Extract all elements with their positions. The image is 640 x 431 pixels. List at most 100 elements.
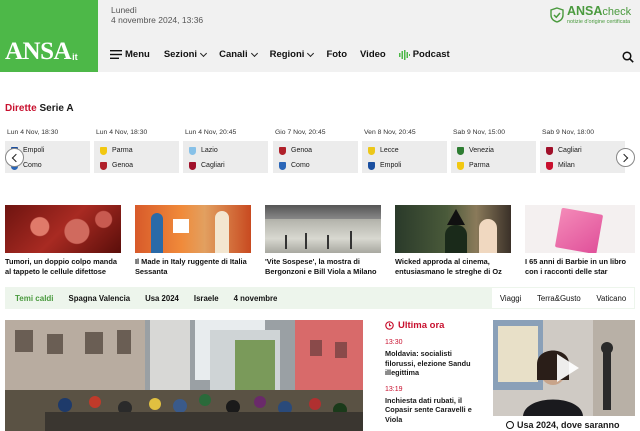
match-card[interactable]: Lun 4 Nov, 18:30 Parma Genoa [94, 127, 179, 173]
logo-text: ANSA [5, 38, 72, 65]
match-card[interactable]: Gio 7 Nov, 20:45 Genoa Como [273, 127, 358, 173]
nav-regioni-label: Regioni [269, 49, 305, 60]
news-image-exhibition [265, 205, 381, 253]
match-date: Sab 9 Nov, 18:00 [542, 129, 595, 136]
match-card[interactable]: Sab 9 Nov, 15:00 Venezia Parma [451, 127, 536, 173]
away-team: Cagliari [189, 158, 268, 173]
team-crest-icon [189, 146, 196, 155]
match-card[interactable]: Sab 9 Nov, 18:00 Cagliari Milan [540, 127, 625, 173]
carousel-prev-button[interactable] [5, 148, 24, 167]
match-teams: Lazio Cagliari [183, 141, 268, 173]
video-caption-text: Usa 2024, dove saranno [517, 420, 620, 430]
temi-tag[interactable]: Usa 2024 [145, 294, 179, 303]
ansa-check-link[interactable]: ANSAcheck notizie d'origine certificata [550, 5, 631, 25]
temi-tag[interactable]: Spagna Valencia [69, 294, 131, 303]
nav-video[interactable]: Video [360, 49, 386, 60]
chevron-down-icon [250, 49, 258, 57]
temi-caldi-bar: Temi caldi Spagna Valencia Usa 2024 Isra… [5, 287, 635, 309]
menu-button[interactable]: Menu [110, 49, 150, 60]
header-day: Lunedì [111, 5, 137, 15]
news-caption: Il Made in Italy ruggente di Italia Sess… [135, 257, 247, 276]
away-team: Como [279, 158, 358, 173]
temi-caldi-label: Temi caldi [15, 293, 54, 303]
away-team: Parma [457, 158, 536, 173]
search-button[interactable] [622, 50, 634, 68]
team-crest-icon [546, 146, 553, 155]
ultima-ora-item[interactable]: 13:30 Moldavia: socialisti filorussi, el… [385, 339, 481, 378]
ultima-ora-panel: Ultima ora 13:30 Moldavia: socialisti fi… [385, 320, 481, 424]
news-image-wicked [395, 205, 511, 253]
match-card[interactable]: Ven 8 Nov, 20:45 Lecce Empoli [362, 127, 447, 173]
header-date: 4 novembre 2024, 13:36 [111, 15, 204, 25]
podcast-icon [398, 49, 410, 60]
team-crest-icon [189, 161, 196, 170]
nav-foto[interactable]: Foto [326, 49, 347, 60]
team-crest-icon [100, 146, 107, 155]
match-date: Lun 4 Nov, 18:30 [7, 129, 59, 136]
main-nav: Menu Sezioni Canali Regioni Foto Video P… [98, 37, 640, 72]
match-teams: Parma Genoa [94, 141, 179, 173]
shield-check-icon [550, 7, 564, 23]
team-crest-icon [279, 161, 286, 170]
search-icon [622, 51, 634, 63]
home-team-name: Empoli [23, 147, 45, 154]
away-team: Empoli [368, 158, 447, 173]
news-card[interactable]: 'Vite Sospese', la mostra di Bergonzoni … [265, 205, 381, 276]
away-team: Milan [546, 158, 625, 173]
nav-canali[interactable]: Canali [219, 49, 258, 60]
news-card[interactable]: I 65 anni di Barbie in un libro con i ra… [525, 205, 635, 276]
nav-regioni[interactable]: Regioni [269, 49, 315, 60]
home-team-name: Genoa [291, 147, 313, 154]
news-image-cells [5, 205, 121, 253]
channel-link-terra-gusto[interactable]: Terra&Gusto [537, 294, 581, 303]
video-player[interactable] [493, 320, 635, 416]
news-caption: Wicked approda al cinema, entusiasmano l… [395, 257, 502, 276]
carousel-next-button[interactable] [616, 148, 635, 167]
logo-suffix: it [72, 52, 78, 62]
clock-icon [385, 321, 394, 330]
temi-tag[interactable]: Israele [194, 294, 219, 303]
channel-link-viaggi[interactable]: Viaggi [500, 294, 522, 303]
away-team-name: Genoa [112, 162, 134, 169]
hamburger-icon [110, 50, 122, 59]
home-team: Cagliari [546, 143, 625, 158]
news-caption: Tumori, un doppio colpo manda al tappeto… [5, 257, 117, 276]
team-crest-icon [368, 161, 375, 170]
check-subtitle: notizie d'origine certificata [567, 19, 631, 25]
ultima-ora-header[interactable]: Ultima ora [385, 320, 481, 331]
match-date: Lun 4 Nov, 18:30 [96, 129, 148, 136]
news-image-barbie [525, 205, 635, 253]
news-card[interactable]: Wicked approda al cinema, entusiasmano l… [395, 205, 511, 276]
nav-foto-label: Foto [326, 49, 348, 60]
nav-canali-label: Canali [219, 49, 248, 60]
main-story-image[interactable] [5, 320, 363, 431]
home-team: Genoa [279, 143, 358, 158]
away-team-name: Parma [469, 162, 490, 169]
home-team-name: Lazio [201, 147, 218, 154]
ultima-ora-item[interactable]: 13:19 Inchiesta dati rubati, il Copasir … [385, 386, 481, 425]
nav-sezioni[interactable]: Sezioni [163, 49, 208, 60]
news-card[interactable]: Il Made in Italy ruggente di Italia Sess… [135, 205, 251, 276]
ultima-ora-title: Ultima ora [398, 320, 445, 331]
dirette-title[interactable]: Dirette Serie A [5, 103, 74, 114]
temi-tag[interactable]: 4 novembre [234, 294, 278, 303]
news-card[interactable]: Tumori, un doppio colpo manda al tappeto… [5, 205, 121, 276]
chevron-down-icon [200, 49, 208, 57]
check-title-main: ANSA [567, 4, 603, 18]
match-teams: Genoa Como [273, 141, 358, 173]
news-caption: 'Vite Sospese', la mostra di Bergonzoni … [265, 257, 377, 276]
home-team: Parma [100, 143, 179, 158]
check-title-suffix: check [602, 6, 632, 18]
video-caption[interactable]: Usa 2024, dove saranno [506, 420, 620, 430]
nav-podcast[interactable]: Podcast [398, 49, 450, 60]
match-card[interactable]: Lun 4 Nov, 20:45 Lazio Cagliari [183, 127, 268, 173]
dirette-league: Serie A [39, 103, 74, 114]
nav-sezioni-label: Sezioni [163, 49, 198, 60]
nav-podcast-label: Podcast [412, 49, 450, 60]
ultima-ora-time: 13:19 [385, 385, 403, 393]
team-crest-icon [279, 146, 286, 155]
dirette-label: Dirette [5, 103, 37, 114]
ansa-logo[interactable]: ANSA it [0, 0, 98, 72]
channel-link-vaticano[interactable]: Vaticano [596, 294, 626, 303]
home-team-name: Parma [112, 147, 133, 154]
